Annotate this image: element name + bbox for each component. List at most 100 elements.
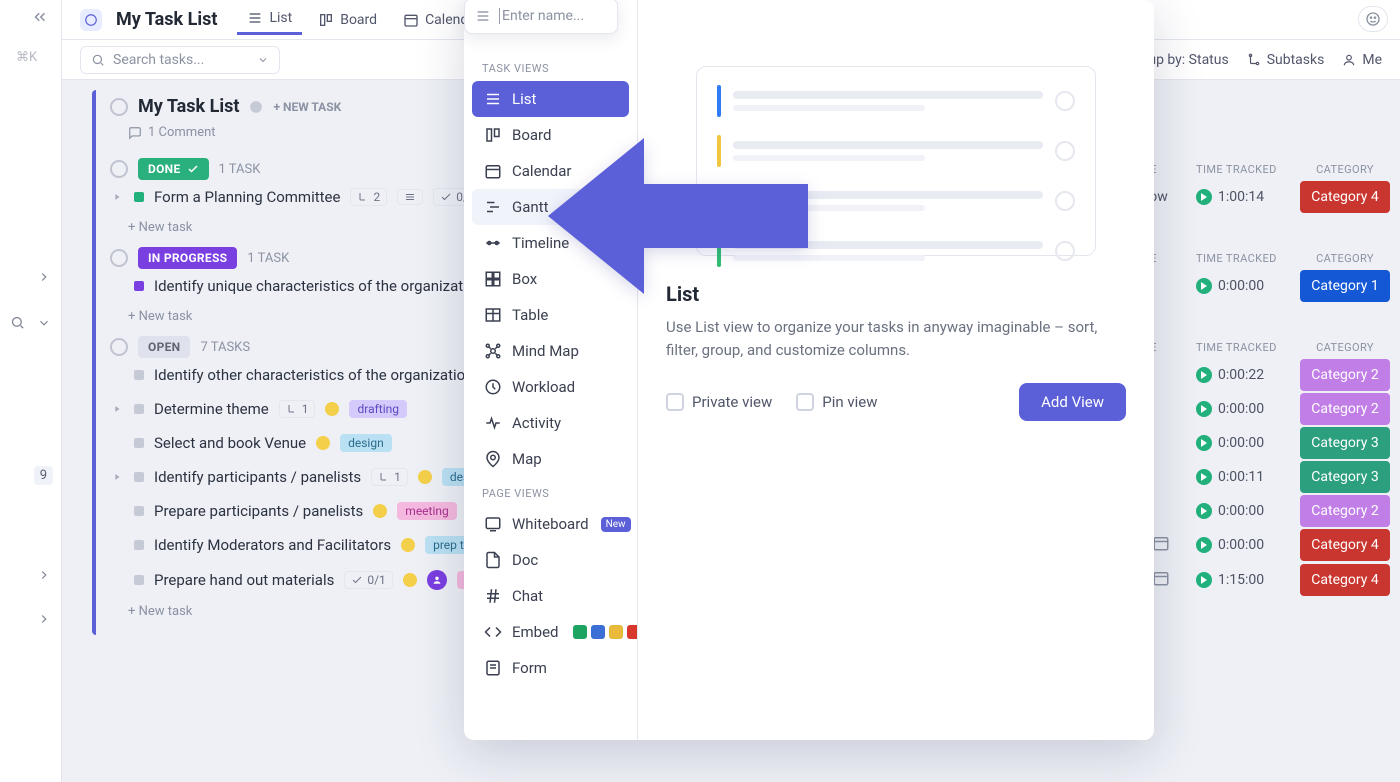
view-option-map[interactable]: Map — [472, 441, 629, 477]
time-tracked[interactable]: 0:00:11 — [1196, 469, 1276, 485]
subtasks-button[interactable]: Subtasks — [1247, 52, 1325, 68]
status-pill[interactable]: DONE — [138, 158, 209, 180]
status-pill[interactable]: OPEN — [138, 336, 190, 358]
checklist-count[interactable]: 0/1 — [344, 571, 392, 589]
status-dot-icon — [134, 438, 144, 448]
play-icon[interactable] — [1196, 278, 1212, 294]
play-icon[interactable] — [1196, 469, 1212, 485]
play-icon[interactable] — [1196, 537, 1212, 553]
play-icon[interactable] — [1196, 401, 1212, 417]
tab-board[interactable]: Board — [308, 4, 387, 35]
time-tracked[interactable]: 1:00:14 — [1196, 189, 1276, 205]
category-badge[interactable]: Category 1 — [1300, 270, 1390, 302]
time-tracked[interactable]: 0:00:00 — [1196, 401, 1276, 417]
view-option-embed[interactable]: Embed — [472, 614, 629, 650]
category-badge[interactable]: Category 3 — [1300, 427, 1390, 459]
view-option-box[interactable]: Box — [472, 261, 629, 297]
task-name: Determine theme — [154, 400, 269, 418]
assignee-avatar[interactable] — [427, 570, 447, 590]
new-task-button[interactable]: + NEW TASK — [273, 100, 341, 114]
status-toggle-icon[interactable] — [110, 160, 128, 178]
subtask-count[interactable]: 1 — [371, 468, 408, 486]
play-icon[interactable] — [1196, 572, 1212, 588]
view-option-form[interactable]: Form — [472, 650, 629, 686]
subtask-count[interactable]: 2 — [350, 188, 387, 206]
category-badge[interactable]: Category 3 — [1300, 461, 1390, 493]
expand-icon[interactable] — [110, 470, 124, 484]
list-status-icon[interactable] — [110, 98, 128, 116]
task-count: 1 TASK — [247, 251, 289, 266]
time-tracked[interactable]: 0:00:00 — [1196, 278, 1276, 294]
expand-icon[interactable] — [110, 402, 124, 416]
category-badge[interactable]: Category 4 — [1300, 564, 1390, 596]
category-badge[interactable]: Category 4 — [1300, 529, 1390, 561]
category-badge[interactable]: Category 2 — [1300, 393, 1390, 425]
view-option-activity[interactable]: Activity — [472, 405, 629, 441]
time-tracked[interactable]: 0:00:00 — [1196, 537, 1276, 553]
status-pill[interactable]: IN PROGRESS — [138, 247, 237, 269]
priority-icon[interactable] — [325, 402, 339, 416]
time-tracked[interactable]: 0:00:00 — [1196, 435, 1276, 451]
left-gutter: ⌘K 9 — [0, 0, 62, 782]
tag[interactable]: meeting — [397, 502, 456, 520]
tag[interactable]: drafting — [349, 400, 407, 418]
due-date-empty-icon[interactable] — [1152, 534, 1172, 556]
category-badge[interactable]: Category 2 — [1300, 359, 1390, 391]
status-dot-icon — [134, 540, 144, 550]
play-icon[interactable] — [1196, 435, 1212, 451]
view-option-timeline[interactable]: Timeline — [472, 225, 629, 261]
view-name-input[interactable]: Enter name... — [464, 0, 618, 34]
view-option-whiteboard[interactable]: WhiteboardNew — [472, 506, 629, 542]
chevron-right-icon[interactable] — [37, 567, 51, 586]
view-picker-detail: List Use List view to organize your task… — [638, 0, 1154, 740]
status-dot-icon — [134, 506, 144, 516]
priority-icon[interactable] — [316, 436, 330, 450]
view-option-gantt[interactable]: Gantt — [472, 189, 629, 225]
tag[interactable]: design — [340, 434, 392, 452]
priority-icon[interactable] — [403, 573, 417, 587]
view-option-table[interactable]: Table — [472, 297, 629, 333]
priority-icon[interactable] — [401, 538, 415, 552]
expand-icon[interactable] — [110, 190, 124, 204]
view-option-doc[interactable]: Doc — [472, 542, 629, 578]
time-tracked[interactable]: 1:15:00 — [1196, 572, 1276, 588]
play-icon[interactable] — [1196, 503, 1212, 519]
view-option-workload[interactable]: Workload — [472, 369, 629, 405]
task-count: 7 TASKS — [200, 340, 250, 355]
due-date-empty-icon[interactable] — [1152, 569, 1172, 591]
list-title: My Task List — [138, 96, 239, 117]
task-name: Identify other characteristics of the or… — [154, 366, 473, 384]
time-tracked[interactable]: 0:00:22 — [1196, 367, 1276, 383]
status-dot-icon — [134, 370, 144, 380]
category-badge[interactable]: Category 4 — [1300, 181, 1390, 213]
subtask-count[interactable]: 1 — [279, 400, 316, 418]
status-toggle-icon[interactable] — [110, 338, 128, 356]
me-filter-button[interactable]: Me — [1342, 52, 1382, 68]
status-toggle-icon[interactable] — [110, 249, 128, 267]
help-icon[interactable] — [1358, 6, 1388, 32]
category-badge[interactable]: Category 2 — [1300, 495, 1390, 527]
view-option-chat[interactable]: Chat — [472, 578, 629, 614]
view-option-calendar[interactable]: Calendar — [472, 153, 629, 189]
search-input[interactable]: Search tasks... — [80, 46, 280, 74]
view-option-mind-map[interactable]: Mind Map — [472, 333, 629, 369]
priority-icon[interactable] — [418, 470, 432, 484]
view-option-list[interactable]: List — [472, 81, 629, 117]
pin-view-checkbox[interactable]: Pin view — [796, 393, 877, 411]
search-icon[interactable] — [0, 315, 25, 334]
chevron-right-icon[interactable] — [37, 611, 51, 630]
chevron-down-icon[interactable] — [27, 315, 51, 334]
section-label: TASK VIEWS — [482, 62, 619, 75]
private-view-checkbox[interactable]: Private view — [666, 393, 772, 411]
play-icon[interactable] — [1196, 367, 1212, 383]
play-icon[interactable] — [1196, 189, 1212, 205]
task-name: Select and book Venue — [154, 434, 306, 452]
add-view-button[interactable]: Add View — [1019, 383, 1126, 421]
priority-icon[interactable] — [373, 504, 387, 518]
collapse-sidebar-icon[interactable] — [31, 8, 49, 30]
chevron-right-icon[interactable] — [37, 269, 51, 288]
task-name: Form a Planning Committee — [154, 188, 340, 206]
view-option-board[interactable]: Board — [472, 117, 629, 153]
tab-list[interactable]: List — [237, 4, 302, 35]
time-tracked[interactable]: 0:00:00 — [1196, 503, 1276, 519]
